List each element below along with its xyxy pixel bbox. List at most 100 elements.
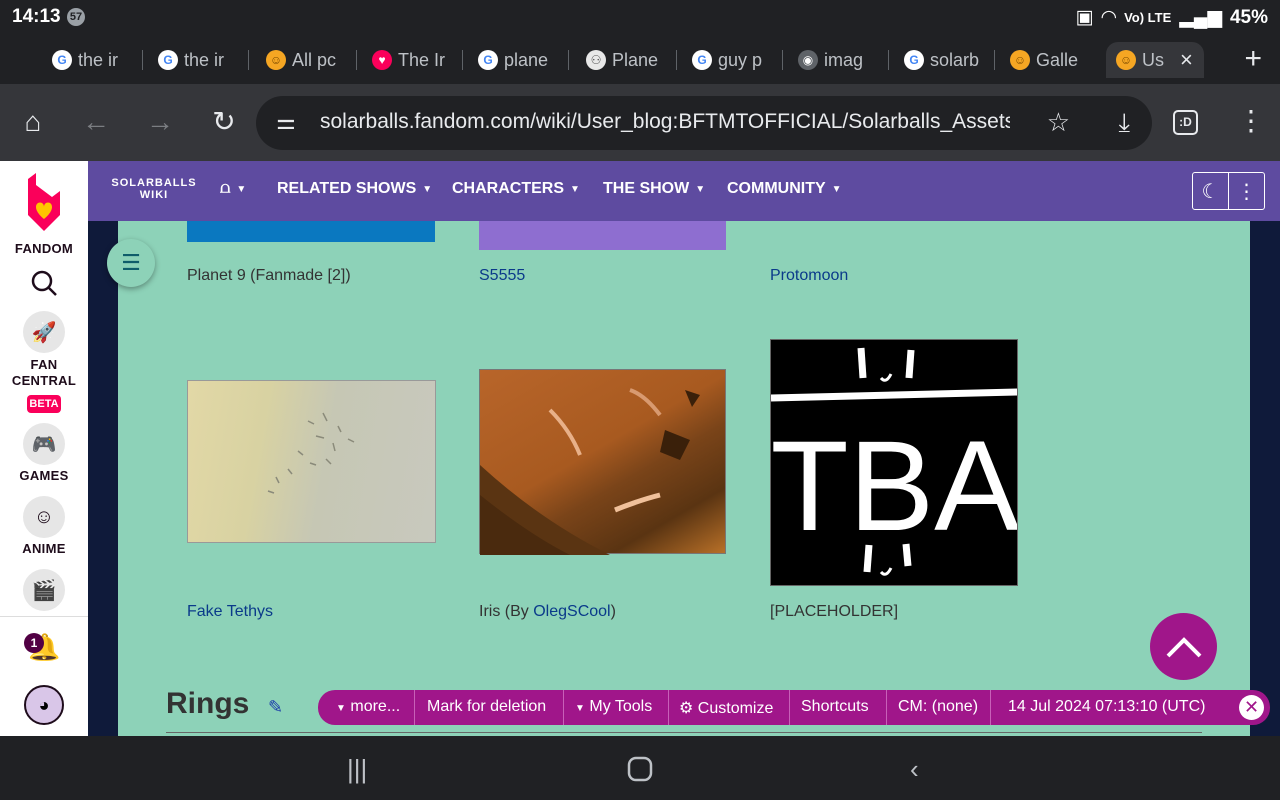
close-tools-bar-icon[interactable]: ✕: [1239, 695, 1264, 720]
games-controller-icon[interactable]: 🎮: [23, 423, 65, 465]
android-nav-bar: ||| ‹: [0, 736, 1280, 800]
browser-tab[interactable]: Gthe ir: [148, 42, 249, 78]
browser-tab[interactable]: Gguy p: [682, 42, 783, 78]
notification-count-badge: 57: [67, 8, 85, 26]
caption-protomoon-link[interactable]: Protomoon: [770, 267, 848, 285]
wiki-home-menu[interactable]: ⩍ ▼: [220, 180, 246, 198]
home-button-icon[interactable]: [627, 756, 653, 782]
caption-fake-tethys-link[interactable]: Fake Tethys: [187, 603, 273, 621]
tab-title: guy p: [718, 49, 763, 70]
fandom-logo-icon[interactable]: [22, 171, 66, 233]
nav-label: CHARACTERS: [452, 180, 564, 197]
web-page: FANDOM 🚀 FAN CENTRAL BETA 🎮 GAMES ☺ ANIM…: [0, 161, 1280, 736]
signal-icon: ▂▄▆: [1179, 7, 1222, 28]
table-of-contents-list-icon[interactable]: ☰: [107, 239, 155, 287]
nav-label: COMMUNITY: [727, 180, 826, 197]
caption-iris-prefix: Iris (By: [479, 603, 534, 620]
close-tab-icon[interactable]: ×: [1180, 47, 1193, 73]
home-icon[interactable]: ⌂: [17, 106, 49, 138]
gallery-image-iris[interactable]: [479, 369, 726, 555]
wiki-more-menu-icon[interactable]: ⋮: [1229, 173, 1264, 209]
tab-title: All pc: [292, 49, 337, 70]
recent-apps-icon[interactable]: |||: [347, 754, 367, 785]
edit-section-pencil-icon[interactable]: ✎: [268, 697, 283, 718]
nav-label: THE SHOW: [603, 180, 690, 197]
status-bar: 14:13 57 ▣ ◠ Vo) LTE ▂▄▆ 45%: [0, 0, 1280, 34]
back-button-icon[interactable]: ‹: [910, 754, 919, 785]
tab-title: solarb: [930, 49, 980, 70]
nav-characters[interactable]: CHARACTERS ▼: [452, 180, 580, 198]
gallery-image-planet9[interactable]: [187, 221, 435, 242]
tba-drawing: TBA: [771, 347, 1018, 576]
fan-central-rocket-icon[interactable]: 🚀: [23, 311, 65, 353]
solarballs-icon: ☺: [1116, 50, 1136, 70]
shortcuts-button[interactable]: Shortcuts: [801, 698, 869, 716]
browser-tab-active[interactable]: ☺ Us ×: [1106, 42, 1204, 78]
fan-central-label-line1[interactable]: FAN: [0, 357, 88, 372]
download-icon[interactable]: ⤓: [1119, 107, 1131, 139]
people-icon: ⚇: [586, 50, 606, 70]
my-tools-menu[interactable]: ▼ My Tools: [575, 698, 652, 716]
cm-status[interactable]: CM: (none): [898, 698, 978, 716]
reload-icon[interactable]: ↻: [208, 106, 240, 138]
dark-mode-moon-icon[interactable]: ☾: [1193, 173, 1229, 209]
browser-tab[interactable]: ♥ The Ir: [362, 42, 463, 78]
back-icon[interactable]: ←: [80, 106, 112, 138]
mark-for-deletion-button[interactable]: Mark for deletion: [427, 698, 546, 716]
browser-tab[interactable]: Gthe ir: [42, 42, 143, 78]
caption-s5555-link[interactable]: S5555: [479, 267, 525, 285]
anime-label[interactable]: ANIME: [0, 541, 88, 556]
customize-button[interactable]: ⚙ Customize: [679, 698, 773, 718]
gear-icon: ⚙: [679, 700, 694, 717]
more-menu[interactable]: ▼ more...: [336, 698, 400, 716]
author-link-olegscool[interactable]: OlegSCool: [533, 603, 610, 620]
anime-face-icon[interactable]: ☺: [23, 496, 65, 538]
notifications-count-badge: 1: [24, 633, 44, 653]
scroll-to-top-chevron-up-icon[interactable]: [1150, 613, 1217, 680]
wiki-tools-bar: ▼ more... Mark for deletion ▼ My Tools ⚙…: [318, 690, 1270, 725]
site-settings-icon[interactable]: ⚌: [276, 109, 296, 135]
movies-clapper-icon[interactable]: 🎬: [23, 569, 65, 611]
wiki-logo[interactable]: SOLARBALLS WIKI: [104, 177, 204, 201]
browser-tab[interactable]: ☺ Galle: [1000, 42, 1101, 78]
games-label[interactable]: GAMES: [0, 468, 88, 483]
battery-percent: 45%: [1229, 6, 1268, 28]
browser-tab[interactable]: Gplane: [468, 42, 569, 78]
solarballs-icon: ☺: [1010, 50, 1030, 70]
search-icon[interactable]: [30, 269, 58, 297]
browser-menu-icon[interactable]: ⋮: [1237, 104, 1265, 137]
wiki-logo-line2: WIKI: [139, 189, 169, 201]
wifi-icon: ◠: [1101, 7, 1117, 28]
more-label: more...: [350, 698, 401, 715]
browser-tab[interactable]: ☺ All pc: [256, 42, 357, 78]
beta-badge: BETA: [27, 395, 61, 413]
user-avatar[interactable]: ◕: [24, 685, 64, 725]
nav-community[interactable]: COMMUNITY ▼: [727, 180, 842, 198]
google-icon: G: [52, 50, 72, 70]
nav-the-show[interactable]: THE SHOW ▼: [603, 180, 705, 198]
tethys-crater-marks: [267, 412, 355, 494]
google-icon: G: [692, 50, 712, 70]
fandom-sidebar-lower: 🔔 1 ◕: [0, 616, 88, 736]
fandom-brand-label[interactable]: FANDOM: [0, 241, 88, 256]
fan-central-label-line2[interactable]: CENTRAL: [0, 373, 88, 388]
tba-text: TBA: [771, 415, 1018, 558]
url-text[interactable]: solarballs.fandom.com/wiki/User_blog:BFT…: [320, 110, 1010, 134]
bookmark-star-icon[interactable]: ☆: [1047, 107, 1070, 138]
chevron-down-icon: ▼: [695, 183, 706, 195]
gallery-image-fake-tethys[interactable]: [187, 380, 436, 543]
google-icon: G: [478, 50, 498, 70]
gallery-image-placeholder[interactable]: TBA: [770, 339, 1018, 586]
new-tab-icon[interactable]: +: [1244, 42, 1262, 76]
address-bar[interactable]: ⚌ solarballs.fandom.com/wiki/User_blog:B…: [256, 96, 1152, 150]
browser-tab[interactable]: ⚇ Plane: [576, 42, 677, 78]
utc-clock: 14 Jul 2024 07:13:10 (UTC): [1008, 698, 1206, 715]
browser-tab[interactable]: Gsolarb: [894, 42, 995, 78]
tab-switcher-button[interactable]: :D: [1173, 110, 1198, 135]
chevron-down-icon: ▼: [831, 183, 842, 195]
gallery-image-s5555[interactable]: [479, 221, 726, 250]
forward-icon[interactable]: →: [144, 106, 176, 138]
section-divider: [166, 732, 1202, 733]
browser-tab[interactable]: ◉ imag: [788, 42, 889, 78]
nav-related-shows[interactable]: RELATED SHOWS ▼: [277, 180, 432, 198]
